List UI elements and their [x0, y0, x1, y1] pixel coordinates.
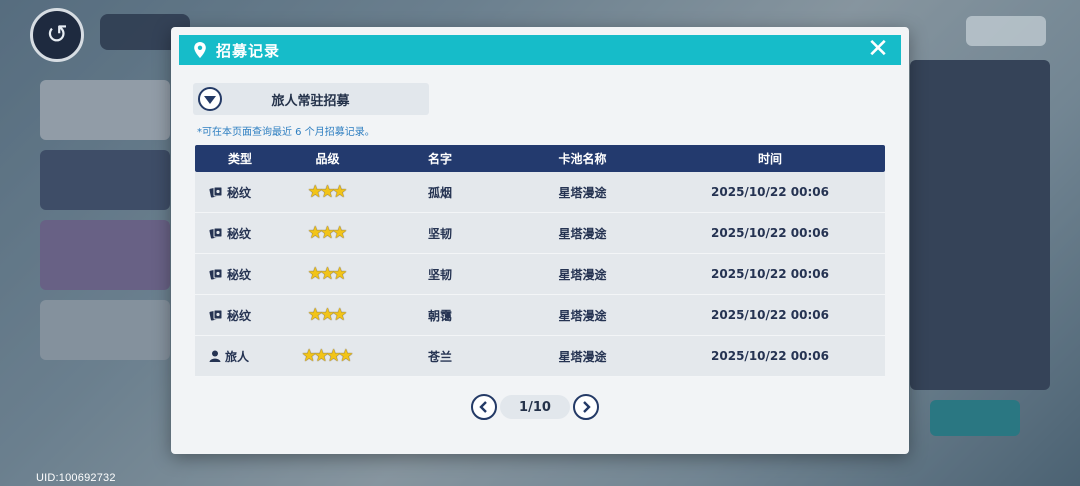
- star-rating: ★ ★ ★: [308, 304, 348, 325]
- cell-pool: 星塔漫途: [558, 308, 607, 323]
- dialog-header: 招募记录 ✕: [179, 35, 901, 65]
- back-arrow-icon: ↺: [46, 20, 68, 50]
- table-row: 秘纹 ★ ★ ★ 朝霭 星塔漫途 2025/10/22 00:06: [195, 295, 885, 336]
- cell-grade: ★ ★ ★: [285, 304, 370, 325]
- cell-grade: ★ ★ ★: [285, 222, 370, 243]
- cell-grade: ★ ★ ★ ★: [285, 345, 370, 366]
- close-button[interactable]: ✕: [865, 34, 891, 64]
- col-header-pool: 卡池名称: [558, 152, 607, 166]
- star-icon: ★: [338, 345, 354, 366]
- card-icon: [209, 309, 223, 321]
- dialog-title: 招募记录: [216, 41, 281, 60]
- table-row: 秘纹 ★ ★ ★ 孤烟 星塔漫途 2025/10/22 00:06: [195, 172, 885, 213]
- cell-type: 秘纹: [195, 266, 285, 283]
- table-row: 秘纹 ★ ★ ★ 坚韧 星塔漫途 2025/10/22 00:06: [195, 213, 885, 254]
- cell-name: 苍兰: [427, 349, 452, 364]
- table-row: 秘纹 ★ ★ ★ 坚韧 星塔漫途 2025/10/22 00:06: [195, 254, 885, 295]
- cell-type: 秘纹: [195, 184, 285, 201]
- record-hint: *可在本页面查询最近 6 个月招募记录。: [197, 127, 375, 138]
- cell-time: 2025/10/22 00:06: [711, 267, 829, 281]
- page-indicator: 1/10: [500, 395, 570, 419]
- cell-name: 坚韧: [427, 226, 452, 241]
- star-rating: ★ ★ ★ ★: [302, 345, 354, 366]
- cell-pool: 星塔漫途: [558, 185, 607, 200]
- star-icon: ★: [332, 304, 348, 325]
- uid-label: UID:100692732: [36, 472, 116, 484]
- cell-time: 2025/10/22 00:06: [711, 349, 829, 363]
- pagination: 1/10: [471, 393, 599, 421]
- table-header: 类型 品级 名字 卡池名称 时间: [195, 145, 885, 172]
- star-icon: ★: [332, 222, 348, 243]
- star-icon: ★: [332, 263, 348, 284]
- cell-pool: 星塔漫途: [558, 226, 607, 241]
- back-button[interactable]: ↺: [30, 8, 84, 62]
- card-icon: [209, 227, 223, 239]
- card-icon: [209, 268, 223, 280]
- cell-type: 旅人: [195, 348, 285, 365]
- top-right-chip: [966, 16, 1046, 46]
- cell-type-label: 秘纹: [227, 308, 252, 323]
- col-header-time: 时间: [757, 152, 782, 166]
- cell-name: 坚韧: [427, 267, 452, 282]
- record-table: 类型 品级 名字 卡池名称 时间 秘纹 ★ ★ ★ 孤烟 星塔漫途 2025/10/22 0…: [195, 145, 885, 377]
- star-rating: ★ ★ ★: [308, 181, 348, 202]
- star-rating: ★ ★ ★: [308, 263, 348, 284]
- cell-type-label: 旅人: [225, 349, 250, 364]
- cell-pool: 星塔漫途: [558, 267, 607, 282]
- card-icon: [209, 186, 223, 198]
- cell-type-label: 秘纹: [227, 226, 252, 241]
- cell-name: 朝霭: [427, 308, 452, 323]
- table-body: 秘纹 ★ ★ ★ 孤烟 星塔漫途 2025/10/22 00:06 秘纹 ★ ★ ★ 坚韧 星塔漫途 20…: [195, 172, 885, 377]
- col-header-name: 名字: [427, 152, 452, 166]
- chevron-right-icon: [583, 401, 591, 413]
- col-header-grade: 品级: [315, 152, 340, 166]
- cell-time: 2025/10/22 00:06: [711, 185, 829, 199]
- cell-type-label: 秘纹: [227, 185, 252, 200]
- prev-page-button[interactable]: [471, 394, 497, 420]
- cell-pool: 星塔漫途: [558, 349, 607, 364]
- cell-type-label: 秘纹: [227, 267, 252, 282]
- cell-name: 孤烟: [427, 185, 452, 200]
- chevron-left-icon: [479, 401, 487, 413]
- cell-type: 秘纹: [195, 225, 285, 242]
- table-row: 旅人 ★ ★ ★ ★ 苍兰 星塔漫途 2025/10/22 00:06: [195, 336, 885, 377]
- cell-grade: ★ ★ ★: [285, 263, 370, 284]
- close-icon: ✕: [867, 34, 889, 64]
- pool-dropdown[interactable]: 旅人常驻招募: [193, 83, 429, 115]
- cell-grade: ★ ★ ★: [285, 181, 370, 202]
- cell-type: 秘纹: [195, 307, 285, 324]
- star-icon: ★: [332, 181, 348, 202]
- cell-time: 2025/10/22 00:06: [711, 308, 829, 322]
- chevron-down-icon: [198, 87, 222, 111]
- location-pin-icon: [194, 42, 206, 58]
- recruit-record-dialog: 招募记录 ✕ 旅人常驻招募 *可在本页面查询最近 6 个月招募记录。 类型 品级…: [171, 27, 909, 454]
- cell-time: 2025/10/22 00:06: [711, 226, 829, 240]
- pool-dropdown-value: 旅人常驻招募: [271, 93, 350, 109]
- col-header-type: 类型: [227, 152, 252, 166]
- next-page-button[interactable]: [573, 394, 599, 420]
- star-rating: ★ ★ ★: [308, 222, 348, 243]
- person-icon: [209, 350, 221, 362]
